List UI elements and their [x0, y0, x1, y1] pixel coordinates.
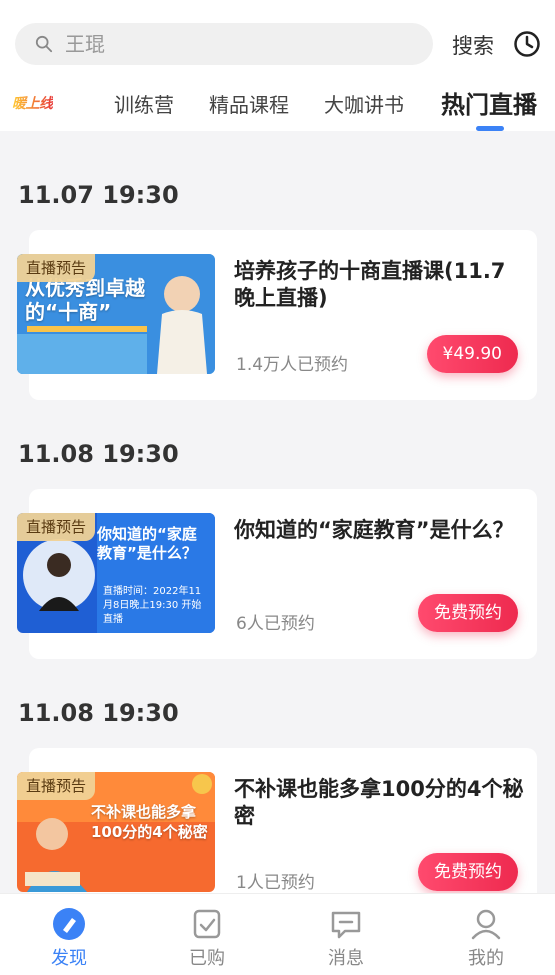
tab-hot-live[interactable]: 热门直播: [441, 85, 537, 120]
live-thumbnail: 不补课也能多拿100分的4个秘密 直播预告: [17, 772, 215, 892]
live-title: 培养孩子的十商直播课(11.7晚上直播): [234, 259, 506, 310]
tab-cut-off[interactable]: 暖上线: [12, 93, 53, 113]
bottom-tab-bar: 发现 已购 消息 我的: [0, 893, 555, 975]
tabbar-label: 我的: [468, 948, 504, 969]
thumbnail-caption: 你知道的“家庭教育”是什么？: [97, 525, 197, 562]
preview-badge: 直播预告: [17, 254, 96, 282]
clock-icon[interactable]: [513, 30, 541, 58]
session-date: 11.08 19:30: [18, 440, 179, 468]
live-title: 不补课也能多拿100分的4个秘密: [234, 777, 524, 828]
thumbnail-caption: 从优秀到卓越的“十商”: [25, 276, 145, 324]
tabbar-messages[interactable]: 消息: [277, 894, 415, 975]
tabbar-discover[interactable]: 发现: [0, 894, 138, 975]
live-card[interactable]: 你知道的“家庭教育”是什么？ 直播时间：2022年11月8日晚上19:30 开始…: [17, 489, 537, 659]
profile-icon: [471, 909, 501, 940]
search-button[interactable]: 搜索: [452, 30, 494, 60]
purchased-icon: [193, 909, 221, 939]
category-tabs: 暖上线 训练营 精品课程 大咖讲书 热门直播: [0, 80, 555, 131]
tabbar-label: 发现: [51, 948, 87, 969]
free-reserve-button[interactable]: 免费预约: [418, 594, 518, 632]
tabbar-purchased[interactable]: 已购: [138, 894, 276, 975]
tabbar-label: 消息: [328, 948, 364, 969]
thumbnail-schedule: 直播时间：2022年11月8日晚上19:30 开始直播: [103, 586, 202, 625]
top-header: 搜索 暖上线 训练营 精品课程 大咖讲书 热门直播: [0, 0, 555, 131]
free-reserve-button[interactable]: 免费预约: [418, 853, 518, 891]
tabbar-label: 已购: [189, 948, 225, 969]
reservation-count: 1人已预约: [236, 873, 315, 893]
live-card[interactable]: 从优秀到卓越的“十商” 直播预告 培养孩子的十商直播课(11.7晚上直播) 1.…: [17, 230, 537, 400]
tab-expert-books[interactable]: 大咖讲书: [324, 89, 404, 118]
reservation-count: 6人已预约: [236, 614, 315, 634]
live-thumbnail: 你知道的“家庭教育”是什么？ 直播时间：2022年11月8日晚上19:30 开始…: [17, 513, 215, 633]
search-input[interactable]: [65, 32, 365, 56]
preview-badge: 直播预告: [17, 513, 96, 541]
active-tab-indicator: [476, 126, 504, 131]
session-date: 11.07 19:30: [18, 181, 179, 209]
message-icon: [331, 911, 361, 939]
live-title: 你知道的“家庭教育”是什么？: [234, 518, 514, 542]
tabbar-profile[interactable]: 我的: [417, 894, 555, 975]
reservation-count: 1.4万人已预约: [236, 355, 349, 375]
tab-premium-courses[interactable]: 精品课程: [209, 89, 289, 118]
live-thumbnail: 从优秀到卓越的“十商” 直播预告: [17, 254, 215, 374]
session-date: 11.08 19:30: [18, 699, 179, 727]
buy-button[interactable]: ¥49.90: [426, 335, 518, 373]
search-bar[interactable]: [15, 23, 433, 65]
thumbnail-caption: 不补课也能多拿100分的4个秘密: [91, 803, 208, 841]
discover-icon: [53, 908, 85, 940]
tab-training-camp[interactable]: 训练营: [114, 89, 174, 118]
search-icon: [35, 35, 53, 53]
preview-badge: 直播预告: [17, 772, 96, 800]
